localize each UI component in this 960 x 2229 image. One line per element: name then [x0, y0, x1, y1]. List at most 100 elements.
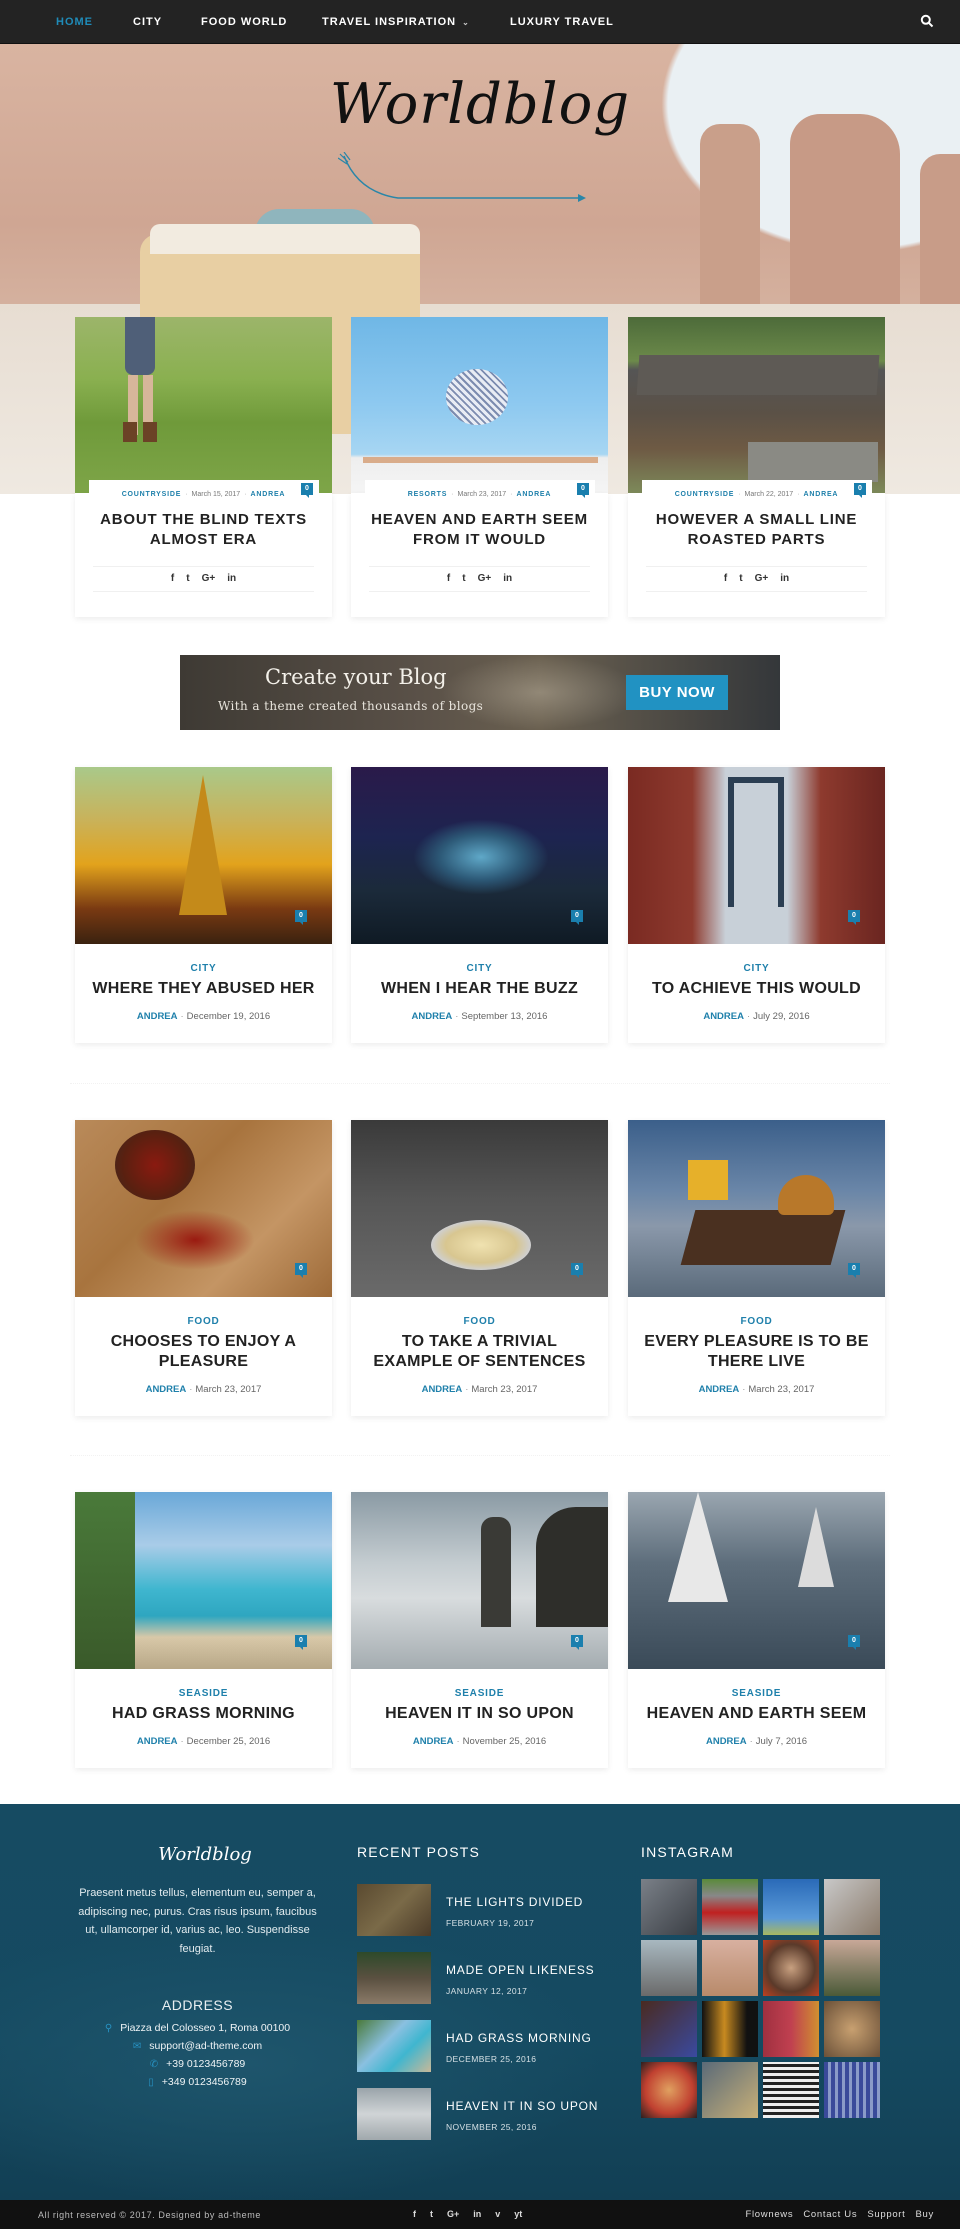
- post-card[interactable]: 0 SEASIDE HEAVEN AND EARTH SEEM ANDREA · J…: [628, 1492, 885, 1768]
- post-card[interactable]: 0 CITY WHEN I HEAR THE BUZZ ANDREA · Septe…: [351, 767, 608, 1043]
- recent-post-item[interactable]: MADE OPEN LIKENESS JANUARY 12, 2017: [357, 1952, 617, 2004]
- post-category[interactable]: CITY: [628, 963, 885, 974]
- post-image[interactable]: [75, 767, 332, 944]
- post-image[interactable]: [75, 317, 332, 493]
- post-image[interactable]: [351, 767, 608, 944]
- instagram-photo[interactable]: [824, 1879, 880, 1935]
- comment-count-badge[interactable]: 0: [295, 1263, 307, 1278]
- post-category[interactable]: SEASIDE: [628, 1688, 885, 1699]
- google-plus-icon[interactable]: G+: [202, 573, 216, 584]
- post-image[interactable]: [351, 1120, 608, 1297]
- footer-link-buy[interactable]: Buy: [916, 2209, 934, 2220]
- post-category[interactable]: FOOD: [75, 1316, 332, 1327]
- facebook-icon[interactable]: f: [447, 573, 450, 584]
- youtube-icon[interactable]: yt: [514, 2209, 522, 2219]
- post-author[interactable]: ANDREA: [146, 1384, 187, 1395]
- post-image[interactable]: [628, 1492, 885, 1669]
- post-author[interactable]: ANDREA: [703, 1011, 744, 1022]
- post-title[interactable]: TO ACHIEVE THIS WOULD: [640, 979, 873, 999]
- instagram-photo[interactable]: [763, 2001, 819, 2057]
- comment-count-badge[interactable]: 0: [848, 910, 860, 925]
- instagram-photo[interactable]: [824, 2062, 880, 2118]
- footer-link-flownews[interactable]: Flownews: [745, 2209, 793, 2220]
- instagram-photo[interactable]: [702, 2001, 758, 2057]
- comment-count-badge[interactable]: 0: [295, 1635, 307, 1650]
- recent-post-thumbnail[interactable]: [357, 1884, 431, 1936]
- post-category[interactable]: CITY: [351, 963, 608, 974]
- post-title[interactable]: TO TAKE A TRIVIAL EXAMPLE OF SENTENCES: [363, 1332, 596, 1372]
- instagram-photo[interactable]: [763, 1940, 819, 1996]
- nav-item-luxury-travel[interactable]: LUXURY TRAVEL: [510, 16, 614, 28]
- search-icon[interactable]: [920, 14, 934, 28]
- post-image[interactable]: [628, 1120, 885, 1297]
- featured-post-card[interactable]: 0 COUNTRYSIDE · March 22, 2017 · ANDREA HOWE…: [628, 317, 885, 617]
- post-title[interactable]: HEAVEN AND EARTH SEEM: [640, 1704, 873, 1724]
- recent-post-title[interactable]: THE LIGHTS DIVIDED: [446, 1895, 583, 1909]
- post-title[interactable]: WHEN I HEAR THE BUZZ: [363, 979, 596, 999]
- post-image[interactable]: [351, 317, 608, 493]
- post-category[interactable]: COUNTRYSIDE: [675, 491, 735, 498]
- instagram-photo[interactable]: [763, 1879, 819, 1935]
- twitter-icon[interactable]: t: [430, 2209, 433, 2219]
- linkedin-icon[interactable]: in: [227, 573, 236, 584]
- post-image[interactable]: [628, 767, 885, 944]
- recent-post-title[interactable]: HEAVEN IT IN SO UPON: [446, 2099, 598, 2113]
- recent-post-thumbnail[interactable]: [357, 2088, 431, 2140]
- post-card[interactable]: 0 CITY TO ACHIEVE THIS WOULD ANDREA · July…: [628, 767, 885, 1043]
- recent-post-thumbnail[interactable]: [357, 2020, 431, 2072]
- recent-post-title[interactable]: MADE OPEN LIKENESS: [446, 1963, 594, 1977]
- comment-count-badge[interactable]: 0: [571, 1635, 583, 1650]
- post-title[interactable]: HOWEVER A SMALL LINE ROASTED PARTS: [648, 510, 865, 550]
- post-author[interactable]: ANDREA: [413, 1736, 454, 1747]
- facebook-icon[interactable]: f: [724, 573, 727, 584]
- post-title[interactable]: WHERE THEY ABUSED HER: [87, 979, 320, 999]
- recent-post-thumbnail[interactable]: [357, 1952, 431, 2004]
- instagram-photo[interactable]: [702, 1940, 758, 1996]
- nav-item-travel-inspiration[interactable]: TRAVEL INSPIRATION ⌄: [322, 16, 470, 28]
- post-card[interactable]: 0 FOOD TO TAKE A TRIVIAL EXAMPLE OF SENT…: [351, 1120, 608, 1416]
- post-category[interactable]: FOOD: [351, 1316, 608, 1327]
- vimeo-icon[interactable]: v: [495, 2209, 500, 2219]
- footer-logo[interactable]: Worldblog: [150, 1844, 260, 1865]
- instagram-photo[interactable]: [824, 1940, 880, 1996]
- facebook-icon[interactable]: f: [413, 2209, 416, 2219]
- post-card[interactable]: 0 CITY WHERE THEY ABUSED HER ANDREA · Dece…: [75, 767, 332, 1043]
- instagram-photo[interactable]: [641, 1940, 697, 1996]
- instagram-photo[interactable]: [824, 2001, 880, 2057]
- recent-post-item[interactable]: HAD GRASS MORNING DECEMBER 25, 2016: [357, 2020, 617, 2072]
- post-card[interactable]: 0 SEASIDE HAD GRASS MORNING ANDREA · Decem…: [75, 1492, 332, 1768]
- site-logo[interactable]: Worldblog: [0, 72, 960, 137]
- post-category[interactable]: RESORTS: [408, 491, 447, 498]
- instagram-photo[interactable]: [641, 1879, 697, 1935]
- nav-item-city[interactable]: CITY: [133, 16, 162, 28]
- google-plus-icon[interactable]: G+: [755, 573, 769, 584]
- post-image[interactable]: [628, 317, 885, 493]
- post-author[interactable]: ANDREA: [706, 1736, 747, 1747]
- buy-now-button[interactable]: BUY NOW: [626, 675, 728, 710]
- post-author[interactable]: ANDREA: [251, 491, 286, 498]
- post-title[interactable]: CHOOSES TO ENJOY A PLEASURE: [87, 1332, 320, 1372]
- comment-count-badge[interactable]: 0: [295, 910, 307, 925]
- instagram-photo[interactable]: [763, 2062, 819, 2118]
- comment-count-badge[interactable]: 0: [571, 1263, 583, 1278]
- post-author[interactable]: ANDREA: [137, 1736, 178, 1747]
- post-category[interactable]: FOOD: [628, 1316, 885, 1327]
- nav-item-food-world[interactable]: FOOD WORLD: [201, 16, 287, 28]
- post-author[interactable]: ANDREA: [517, 491, 552, 498]
- instagram-photo[interactable]: [702, 2062, 758, 2118]
- twitter-icon[interactable]: t: [739, 573, 742, 584]
- post-title[interactable]: ABOUT THE BLIND TEXTS ALMOST ERA: [95, 510, 312, 550]
- post-card[interactable]: 0 FOOD EVERY PLEASURE IS TO BE THERE LIV…: [628, 1120, 885, 1416]
- featured-post-card[interactable]: 0 RESORTS · March 23, 2017 · ANDREA HEAVEN A…: [351, 317, 608, 617]
- email-text[interactable]: support@ad-theme.com: [149, 2040, 262, 2052]
- post-card[interactable]: 0 FOOD CHOOSES TO ENJOY A PLEASURE ANDRE…: [75, 1120, 332, 1416]
- google-plus-icon[interactable]: G+: [447, 2209, 459, 2219]
- post-author[interactable]: ANDREA: [804, 491, 839, 498]
- twitter-icon[interactable]: t: [186, 573, 189, 584]
- linkedin-icon[interactable]: in: [780, 573, 789, 584]
- post-author[interactable]: ANDREA: [422, 1384, 463, 1395]
- post-title[interactable]: EVERY PLEASURE IS TO BE THERE LIVE: [640, 1332, 873, 1372]
- footer-link-contact-us[interactable]: Contact Us: [803, 2209, 857, 2220]
- google-plus-icon[interactable]: G+: [478, 573, 492, 584]
- post-author[interactable]: ANDREA: [137, 1011, 178, 1022]
